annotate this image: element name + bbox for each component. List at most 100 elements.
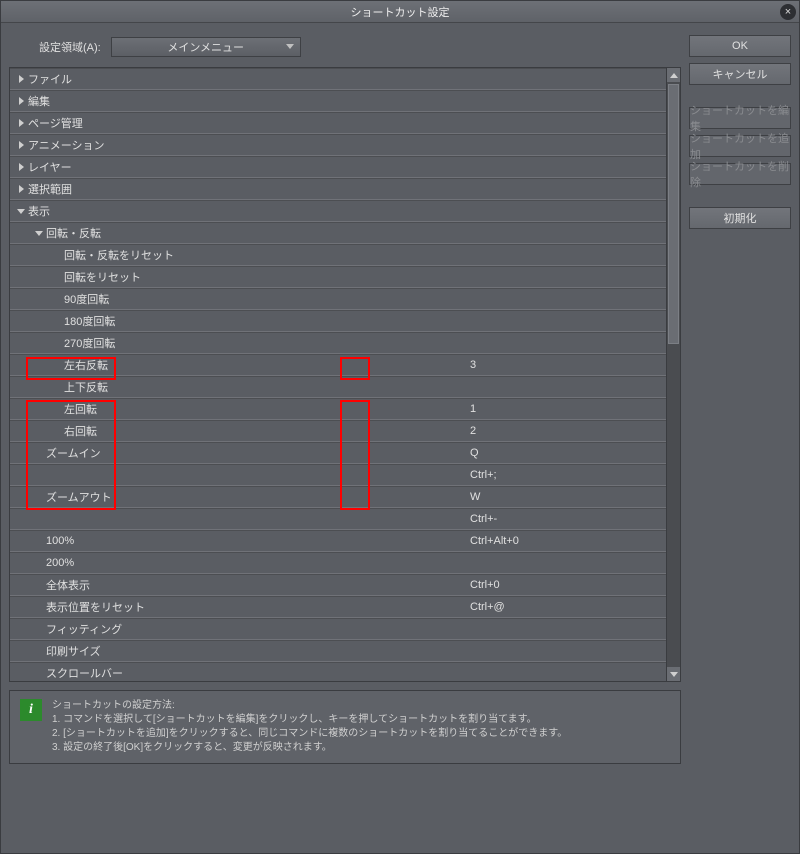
- tree-label-cell: 270度回転: [10, 335, 466, 351]
- tree-item-label: 印刷サイズ: [46, 643, 101, 659]
- tree-row[interactable]: Ctrl+;: [10, 464, 666, 486]
- tree-row[interactable]: レイヤー: [10, 156, 666, 178]
- area-dropdown[interactable]: メインメニュー: [111, 37, 301, 57]
- shortcut-settings-dialog: ショートカット設定 × 設定領域(A): メインメニュー ファイル編集ページ管理…: [0, 0, 800, 854]
- info-line: 1. コマンドを選択して[ショートカットを編集]をクリックし、キーを押してショー…: [52, 713, 567, 727]
- ok-button[interactable]: OK: [689, 35, 791, 57]
- tree-row[interactable]: Ctrl+-: [10, 508, 666, 530]
- triangle-right-icon: [19, 119, 24, 127]
- tree-row[interactable]: 全体表示Ctrl+0: [10, 574, 666, 596]
- shortcut-cell: Q: [466, 447, 666, 459]
- tree-row[interactable]: 編集: [10, 90, 666, 112]
- tree-row[interactable]: 180度回転: [10, 310, 666, 332]
- tree-row[interactable]: 右回転2: [10, 420, 666, 442]
- tree-item-label: 100%: [46, 535, 74, 547]
- tree-row[interactable]: アニメーション: [10, 134, 666, 156]
- triangle-right-icon: [19, 141, 24, 149]
- tree-label-cell: 200%: [10, 557, 466, 569]
- tree-item-label: 表示: [28, 203, 50, 219]
- tree-row[interactable]: 左回転1: [10, 398, 666, 420]
- tree-row[interactable]: 回転・反転をリセット: [10, 244, 666, 266]
- command-list: ファイル編集ページ管理アニメーションレイヤー選択範囲表示回転・反転回転・反転をリ…: [9, 67, 681, 682]
- expander-icon[interactable]: [34, 231, 44, 236]
- scroll-down-button[interactable]: [667, 667, 680, 681]
- expander-icon[interactable]: [16, 141, 26, 149]
- tree-row[interactable]: 回転をリセット: [10, 266, 666, 288]
- tree-label-cell: 印刷サイズ: [10, 643, 466, 659]
- expander-icon[interactable]: [16, 75, 26, 83]
- scroll-track[interactable]: [667, 82, 680, 667]
- tree-label-cell: 上下反転: [10, 379, 466, 395]
- tree-row[interactable]: フィッティング: [10, 618, 666, 640]
- tree-row[interactable]: ファイル: [10, 68, 666, 90]
- add-shortcut-button[interactable]: ショートカットを追加: [689, 135, 791, 157]
- scrollbar[interactable]: [666, 68, 680, 681]
- expander-icon[interactable]: [16, 119, 26, 127]
- tree-label-cell: レイヤー: [10, 159, 466, 175]
- tree-row[interactable]: 100% Ctrl+Alt+0: [10, 530, 666, 552]
- tree-item-label: フィッティング: [46, 621, 122, 637]
- delete-shortcut-button[interactable]: ショートカットを削除: [689, 163, 791, 185]
- command-list-inner[interactable]: ファイル編集ページ管理アニメーションレイヤー選択範囲表示回転・反転回転・反転をリ…: [10, 68, 666, 681]
- tree-item-label: 90度回転: [64, 291, 109, 307]
- tree-label-cell: ズームアウト: [10, 489, 466, 505]
- expander-icon[interactable]: [16, 97, 26, 105]
- tree-row[interactable]: スクロールバー: [10, 662, 666, 681]
- shortcut-cell: Ctrl+Alt+0: [466, 535, 666, 547]
- tree-row[interactable]: ページ管理: [10, 112, 666, 134]
- close-icon: ×: [785, 6, 791, 18]
- expander-icon[interactable]: [16, 185, 26, 193]
- tree-row[interactable]: 上下反転: [10, 376, 666, 398]
- titlebar: ショートカット設定 ×: [1, 1, 799, 23]
- tree-row[interactable]: 270度回転: [10, 332, 666, 354]
- tree-row[interactable]: 表示位置をリセットCtrl+@: [10, 596, 666, 618]
- triangle-right-icon: [19, 97, 24, 105]
- expander-icon[interactable]: [16, 209, 26, 214]
- tree-item-label: 270度回転: [64, 335, 115, 351]
- tree-label-cell: 左回転: [10, 401, 466, 417]
- triangle-right-icon: [19, 185, 24, 193]
- tree-item-label: ファイル: [28, 71, 72, 87]
- tree-row[interactable]: 90度回転: [10, 288, 666, 310]
- shortcut-cell: 1: [466, 403, 666, 415]
- tree-item-label: 回転・反転: [46, 225, 101, 241]
- dialog-title: ショートカット設定: [351, 4, 450, 20]
- triangle-right-icon: [19, 75, 24, 83]
- tree-item-label: 選択範囲: [28, 181, 72, 197]
- tree-label-cell: ズームイン: [10, 445, 466, 461]
- chevron-up-icon: [670, 73, 678, 78]
- tree-label-cell: 右回転: [10, 423, 466, 439]
- tree-label-cell: スクロールバー: [10, 665, 466, 681]
- shortcut-cell: W: [466, 491, 666, 503]
- tree-item-label: ズームイン: [46, 445, 101, 461]
- tree-row[interactable]: 左右反転3: [10, 354, 666, 376]
- tree-row[interactable]: 印刷サイズ: [10, 640, 666, 662]
- area-dropdown-value: メインメニュー: [167, 39, 244, 55]
- left-column: 設定領域(A): メインメニュー ファイル編集ページ管理アニメーションレイヤー選…: [9, 33, 681, 843]
- tree-row[interactable]: ズームイン Q: [10, 442, 666, 464]
- cancel-button[interactable]: キャンセル: [689, 63, 791, 85]
- shortcut-cell: Ctrl+;: [466, 469, 666, 481]
- tree-row[interactable]: 表示: [10, 200, 666, 222]
- expander-icon[interactable]: [16, 163, 26, 171]
- scroll-thumb[interactable]: [668, 84, 679, 344]
- tree-label-cell: 全体表示: [10, 577, 466, 593]
- close-button[interactable]: ×: [780, 4, 796, 20]
- shortcut-cell: 3: [466, 359, 666, 371]
- tree-row[interactable]: ズームアウトW: [10, 486, 666, 508]
- right-column: OK キャンセル ショートカットを編集 ショートカットを追加 ショートカットを削…: [689, 33, 791, 843]
- tree-row[interactable]: 選択範囲: [10, 178, 666, 200]
- tree-label-cell: 回転・反転をリセット: [10, 247, 466, 263]
- tree-row[interactable]: 200%: [10, 552, 666, 574]
- tree-row[interactable]: 回転・反転: [10, 222, 666, 244]
- tree-label-cell: 表示位置をリセット: [10, 599, 466, 615]
- shortcut-cell: Ctrl+-: [466, 513, 666, 525]
- scroll-up-button[interactable]: [667, 68, 680, 82]
- shortcut-cell: 2: [466, 425, 666, 437]
- reset-button[interactable]: 初期化: [689, 207, 791, 229]
- tree-label-cell: 編集: [10, 93, 466, 109]
- info-line: 2. [ショートカットを追加]をクリックすると、同じコマンドに複数のショートカッ…: [52, 727, 567, 741]
- tree-item-label: ページ管理: [28, 115, 83, 131]
- area-label: 設定領域(A):: [39, 39, 101, 55]
- edit-shortcut-button[interactable]: ショートカットを編集: [689, 107, 791, 129]
